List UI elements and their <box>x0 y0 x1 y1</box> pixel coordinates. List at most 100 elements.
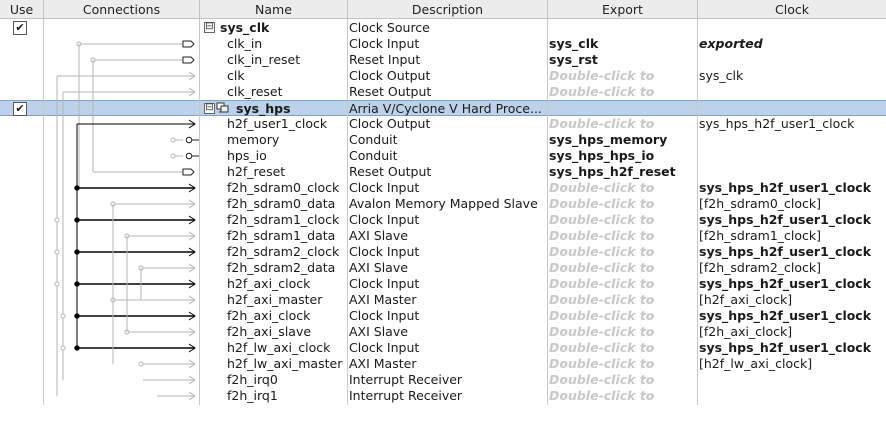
use-checkbox[interactable]: ✔ <box>13 21 27 35</box>
interface-name[interactable]: f2h_irq0 <box>227 372 347 388</box>
clock-field[interactable]: [f2h_sdram1_clock] <box>699 228 886 244</box>
interface-description: Reset Output <box>349 84 432 99</box>
interface-name[interactable]: f2h_sdram1_clock <box>227 212 347 228</box>
interface-name[interactable]: h2f_axi_clock <box>227 276 347 292</box>
use-checkbox[interactable]: ✔ <box>13 102 27 116</box>
interface-name[interactable]: f2h_axi_clock <box>227 308 347 324</box>
export-field[interactable]: Double-click to <box>549 324 697 340</box>
connection-node[interactable] <box>138 361 144 367</box>
clock-field[interactable]: sys_hps_h2f_user1_clock <box>699 116 886 132</box>
interface-name[interactable]: f2h_irq1 <box>227 388 347 404</box>
clock-field[interactable] <box>699 388 886 404</box>
interface-name[interactable]: h2f_lw_axi_master <box>227 356 347 372</box>
export-field[interactable]: Double-click to <box>549 340 697 356</box>
interface-name[interactable]: sys_clk <box>220 20 347 36</box>
clock-field[interactable] <box>699 372 886 388</box>
header-connections[interactable]: Connections <box>44 0 200 19</box>
clock-field[interactable]: sys_hps_h2f_user1_clock <box>699 244 886 260</box>
interface-name[interactable]: memory <box>227 132 347 148</box>
connection-node[interactable] <box>60 345 66 351</box>
export-field[interactable]: sys_clk <box>549 36 697 52</box>
interface-name[interactable]: f2h_axi_slave <box>227 324 347 340</box>
interface-name[interactable]: hps_io <box>227 148 347 164</box>
export-field[interactable]: Double-click to <box>549 116 697 132</box>
export-field[interactable]: Double-click to <box>549 372 697 388</box>
export-field[interactable]: Double-click to <box>549 196 697 212</box>
collapse-toggle-icon[interactable]: ⊟ <box>204 103 215 114</box>
clock-field[interactable]: sys_hps_h2f_user1_clock <box>699 276 886 292</box>
export-field[interactable]: Double-click to <box>549 68 697 84</box>
export-field[interactable]: sys_hps_hps_io <box>549 148 697 164</box>
export-field[interactable]: Double-click to <box>549 356 697 372</box>
clock-field[interactable] <box>699 52 886 68</box>
connection-node[interactable] <box>54 217 60 223</box>
clock-field[interactable] <box>699 101 886 117</box>
connection-node[interactable] <box>74 313 80 319</box>
interface-description: AXI Master <box>349 356 417 371</box>
export-field[interactable]: Double-click to <box>549 388 697 404</box>
export-field[interactable]: Double-click to <box>549 228 697 244</box>
header-export[interactable]: Export <box>548 0 698 19</box>
interface-name[interactable]: h2f_reset <box>227 164 347 180</box>
header-description[interactable]: Description <box>348 0 548 19</box>
connection-node[interactable] <box>74 217 80 223</box>
connection-node[interactable] <box>74 345 80 351</box>
interface-name[interactable]: clk_reset <box>227 84 347 100</box>
interface-description: Clock Input <box>349 276 420 291</box>
connection-node[interactable] <box>170 153 176 159</box>
clock-field[interactable] <box>699 164 886 180</box>
clock-field[interactable]: [f2h_axi_clock] <box>699 324 886 340</box>
connection-node[interactable] <box>74 281 80 287</box>
interface-name[interactable]: sys_hps <box>236 101 347 117</box>
clock-field[interactable]: sys_hps_h2f_user1_clock <box>699 180 886 196</box>
export-field[interactable]: Double-click to <box>549 212 697 228</box>
interface-name[interactable]: f2h_sdram1_data <box>227 228 347 244</box>
clock-field[interactable]: sys_hps_h2f_user1_clock <box>699 212 886 228</box>
clock-field[interactable] <box>699 84 886 100</box>
export-field[interactable]: Double-click to <box>549 244 697 260</box>
export-field[interactable] <box>549 20 697 36</box>
interface-name[interactable]: clk <box>227 68 347 84</box>
export-field[interactable]: sys_rst <box>549 52 697 68</box>
export-field[interactable]: sys_hps_h2f_reset <box>549 164 697 180</box>
header-clock[interactable]: Clock <box>698 0 886 19</box>
interface-name[interactable]: h2f_user1_clock <box>227 116 347 132</box>
interface-name[interactable]: h2f_lw_axi_clock <box>227 340 347 356</box>
connection-node[interactable] <box>54 249 60 255</box>
export-field[interactable]: Double-click to <box>549 308 697 324</box>
export-field[interactable]: Double-click to <box>549 260 697 276</box>
clock-field[interactable]: [f2h_sdram0_clock] <box>699 196 886 212</box>
clock-field[interactable]: [f2h_sdram2_clock] <box>699 260 886 276</box>
interface-name[interactable]: h2f_axi_master <box>227 292 347 308</box>
connection-node[interactable] <box>74 185 80 191</box>
clock-field[interactable] <box>699 148 886 164</box>
interface-name[interactable]: f2h_sdram2_data <box>227 260 347 276</box>
interface-name[interactable]: f2h_sdram2_clock <box>227 244 347 260</box>
clock-field[interactable] <box>699 20 886 36</box>
connection-node[interactable] <box>170 137 176 143</box>
clock-field[interactable]: sys_clk <box>699 68 886 84</box>
interface-name[interactable]: f2h_sdram0_clock <box>227 180 347 196</box>
interface-name[interactable]: clk_in_reset <box>227 52 347 68</box>
connection-node[interactable] <box>54 281 60 287</box>
clock-field[interactable]: [h2f_axi_clock] <box>699 292 886 308</box>
collapse-toggle-icon[interactable]: ⊟ <box>204 22 215 33</box>
header-name[interactable]: Name <box>200 0 348 19</box>
connection-node[interactable] <box>60 313 66 319</box>
export-field[interactable]: Double-click to <box>549 84 697 100</box>
clock-field[interactable]: exported <box>699 36 886 52</box>
export-field[interactable]: Double-click to <box>549 292 697 308</box>
connection-node[interactable] <box>74 249 80 255</box>
clock-field[interactable] <box>699 132 886 148</box>
connections-graph[interactable] <box>43 19 199 405</box>
clock-field[interactable]: sys_hps_h2f_user1_clock <box>699 340 886 356</box>
clock-field[interactable]: [h2f_lw_axi_clock] <box>699 356 886 372</box>
header-use[interactable]: Use <box>0 0 44 19</box>
export-field[interactable] <box>549 101 697 117</box>
interface-name[interactable]: f2h_sdram0_data <box>227 196 347 212</box>
export-field[interactable]: Double-click to <box>549 276 697 292</box>
clock-field[interactable]: sys_hps_h2f_user1_clock <box>699 308 886 324</box>
interface-name[interactable]: clk_in <box>227 36 347 52</box>
export-field[interactable]: sys_hps_memory <box>549 132 697 148</box>
export-field[interactable]: Double-click to <box>549 180 697 196</box>
